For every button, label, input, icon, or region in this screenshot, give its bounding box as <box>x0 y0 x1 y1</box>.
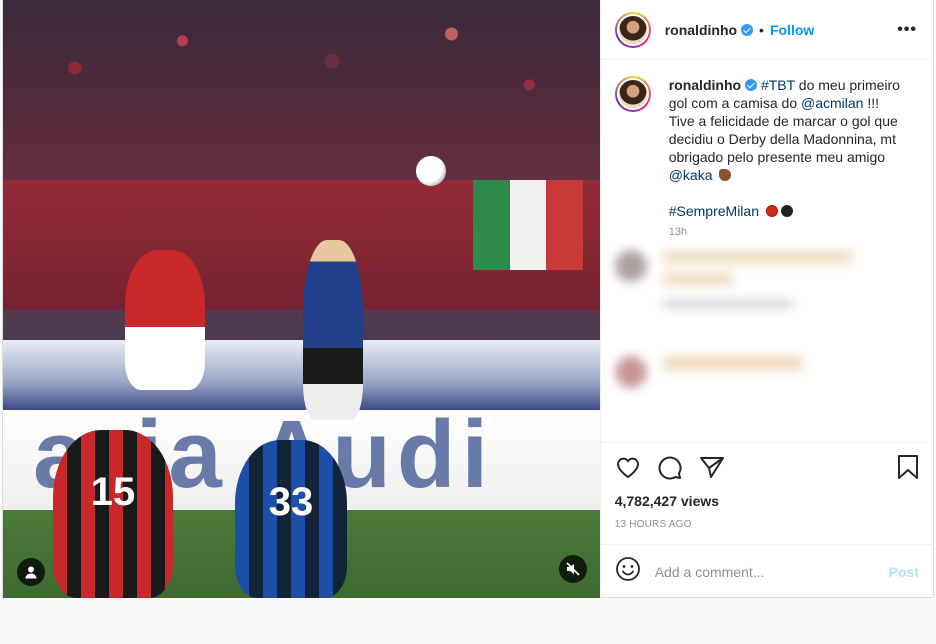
italian-flag <box>473 180 584 270</box>
player-milan-jumping <box>125 250 205 390</box>
verified-badge-icon <box>741 23 754 36</box>
black-circle-icon <box>780 205 793 217</box>
comment-icon[interactable] <box>657 454 683 485</box>
video-player[interactable]: aria Audi 15 33 <box>3 0 600 598</box>
post-header: ronaldinho • Follow ••• <box>600 0 933 60</box>
caption-time: 13h <box>668 226 688 238</box>
player-milan-15: 15 <box>53 430 173 598</box>
hashtag-link[interactable]: #TBT <box>761 77 795 93</box>
action-icons <box>615 449 919 489</box>
caption-row: ronaldinho #TBT do meu primeiro gol com … <box>614 76 919 220</box>
caption-username[interactable]: ronaldinho <box>669 77 741 93</box>
avatar[interactable] <box>614 11 651 48</box>
user-icon[interactable] <box>17 558 45 586</box>
muted-speaker-icon[interactable] <box>559 555 587 583</box>
avatar[interactable] <box>614 76 651 112</box>
player-inter-jumping <box>303 240 363 420</box>
bookmark-icon[interactable] <box>897 454 919 485</box>
post-timestamp[interactable]: 13 HOURS AGO <box>615 519 919 530</box>
post-comment-button[interactable]: Post <box>889 564 919 580</box>
verified-badge-icon <box>745 79 758 91</box>
avatar <box>614 250 647 282</box>
post-actions: 4,782,427 views 13 HOURS AGO <box>600 442 933 544</box>
comment-row <box>614 250 919 316</box>
hashtag-link[interactable]: #SempreMilan <box>669 203 759 219</box>
caption-text: ronaldinho #TBT do meu primeiro gol com … <box>669 76 919 220</box>
hand-emoji-icon <box>719 169 732 181</box>
player-inter-33: 33 <box>235 440 347 598</box>
comment-row <box>614 356 919 388</box>
player-number: 33 <box>268 480 314 524</box>
red-circle-icon <box>765 205 778 217</box>
comments-area: ronaldinho #TBT do meu primeiro gol com … <box>601 60 933 442</box>
heart-icon[interactable] <box>615 455 641 484</box>
paper-plane-icon[interactable] <box>699 455 725 484</box>
blurred-comments <box>614 250 919 388</box>
separator-dot: • <box>759 21 764 38</box>
view-count[interactable]: 4,782,427 views <box>615 493 919 509</box>
avatar <box>614 356 647 388</box>
comment-input[interactable] <box>654 563 889 580</box>
instagram-post: aria Audi 15 33 ronaldinho • Follow ••• <box>2 0 934 598</box>
add-comment-bar: Post <box>600 544 933 598</box>
follow-button[interactable]: Follow <box>770 22 814 38</box>
header-username[interactable]: ronaldinho <box>665 22 737 38</box>
smiley-icon[interactable] <box>615 556 641 587</box>
mention-link[interactable]: @kaka <box>669 167 713 183</box>
post-side-panel: ronaldinho • Follow ••• ronaldinho #TBT … <box>599 0 933 598</box>
caption-part: !!! <box>863 95 880 111</box>
caption-part: Tive a felicidade de marcar o gol que de… <box>668 113 898 165</box>
player-number: 15 <box>90 470 136 514</box>
more-options-icon[interactable]: ••• <box>897 21 917 39</box>
football <box>416 156 446 186</box>
mention-link[interactable]: @acmilan <box>801 95 863 111</box>
